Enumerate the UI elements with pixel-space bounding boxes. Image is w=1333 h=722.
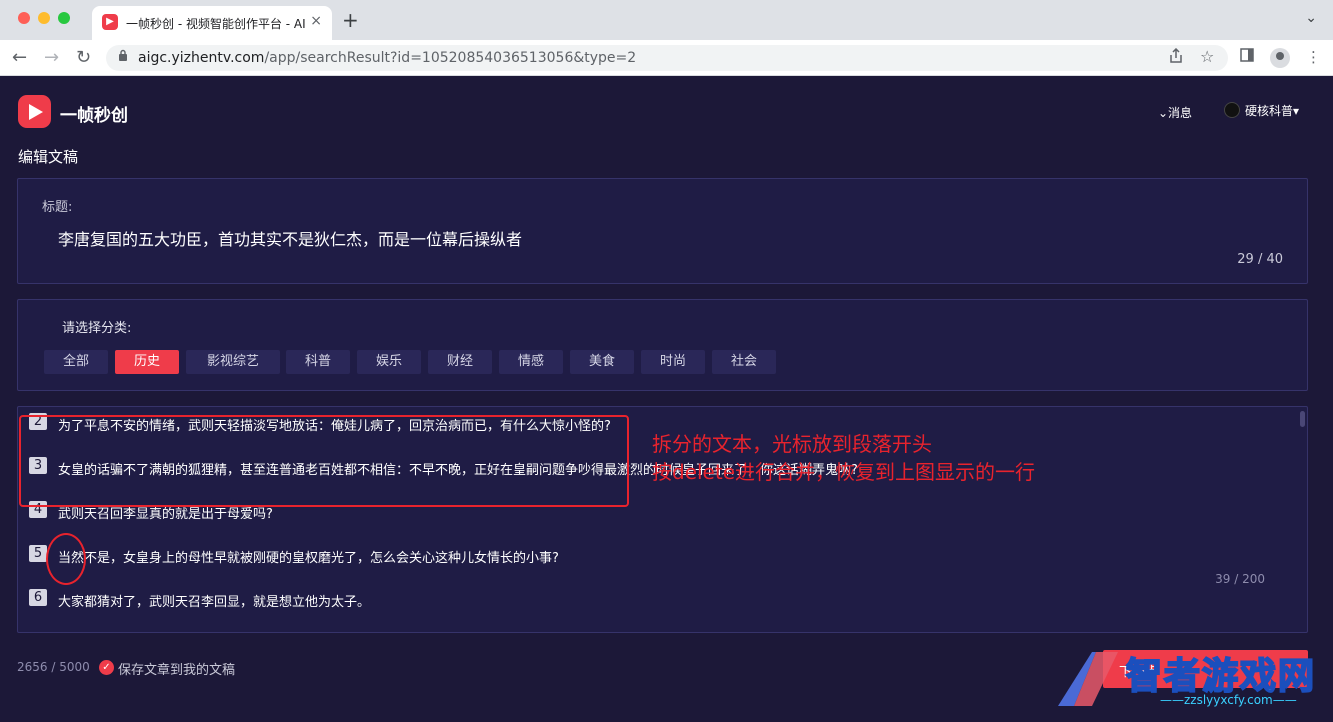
category-society[interactable]: 社会 [712, 350, 776, 374]
watermark-logo-icon [1052, 646, 1124, 718]
title-panel: 标题: 李唐复国的五大功臣，首功其实不是狄仁杰，而是一位幕后操纵者 29 / 4… [17, 178, 1308, 284]
check-icon[interactable]: ✓ [99, 660, 114, 675]
close-window-button[interactable] [18, 12, 30, 24]
sidebar-icon[interactable] [1240, 48, 1254, 66]
category-history[interactable]: 历史 [115, 350, 179, 374]
category-film-variety[interactable]: 影视综艺 [186, 350, 280, 374]
messages-menu[interactable]: ⌄消息 [1158, 104, 1192, 121]
category-food[interactable]: 美食 [570, 350, 634, 374]
annotation-caption-line2: 按delete进行合并，恢复到上图显示的一行 [652, 460, 1036, 484]
url-path: /app/searchResult?id=10520854036513056&t… [264, 50, 637, 66]
category-entertainment[interactable]: 娱乐 [357, 350, 421, 374]
back-button[interactable]: ← [12, 47, 27, 68]
category-all[interactable]: 全部 [44, 350, 108, 374]
category-fashion[interactable]: 时尚 [641, 350, 705, 374]
title-input[interactable]: 李唐复国的五大功臣，首功其实不是狄仁杰，而是一位幕后操纵者 [58, 226, 522, 250]
maximize-window-button[interactable] [58, 12, 70, 24]
logo-text[interactable]: 一帧秒创 [60, 101, 128, 126]
user-menu[interactable]: 硬核科普▾ [1245, 102, 1299, 119]
category-finance[interactable]: 财经 [428, 350, 492, 374]
watermark-text: 智者游戏网 [1125, 655, 1317, 698]
paragraph-number: 3 [29, 457, 47, 474]
watermark-url: ——zzslyyxcfy.com—— [1160, 693, 1297, 707]
paragraph-number: 4 [29, 501, 47, 518]
app-root: 一帧秒创 ⌄消息 硬核科普▾ 编辑文稿 标题: 李唐复国的五大功臣，首功其实不是… [0, 76, 1333, 714]
browser-tabbar: ▶ 一帧秒创 - 视频智能创作平台 - AI × + ⌄ [0, 0, 1333, 40]
category-label: 请选择分类: [62, 321, 132, 336]
scrollbar[interactable] [1300, 411, 1305, 427]
new-tab-button[interactable]: + [342, 8, 359, 32]
paragraph-number: 2 [29, 413, 47, 430]
title-char-count: 29 / 40 [1237, 252, 1283, 267]
paragraph-char-count: 39 / 200 [1215, 572, 1265, 586]
star-icon[interactable]: ☆ [1200, 47, 1214, 66]
paragraph-text[interactable]: 武则天召回李显真的就是出于母爱吗? [58, 503, 273, 522]
tab-title: 一帧秒创 - 视频智能创作平台 - AI [126, 17, 306, 31]
address-bar[interactable]: aigc.yizhentv.com/app/searchResult?id=10… [106, 45, 1228, 71]
save-to-drafts-label[interactable]: 保存文章到我的文稿 [118, 659, 235, 678]
paragraph-text[interactable]: 当然不是，女皇身上的母性早就被刚硬的皇权磨光了，怎么会关心这种儿女情长的小事? [58, 547, 559, 566]
tab-search-icon[interactable]: ⌄ [1305, 10, 1317, 26]
url-domain: aigc.yizhentv.com [138, 50, 265, 66]
app-favicon-icon: ▶ [102, 14, 118, 30]
url-text[interactable]: aigc.yizhentv.com/app/searchResult?id=10… [138, 50, 636, 66]
profile-icon[interactable] [1270, 48, 1290, 68]
reload-button[interactable]: ↻ [76, 47, 91, 68]
total-char-count: 2656 / 5000 [17, 660, 90, 674]
paragraph-number: 6 [29, 589, 47, 606]
logo-icon[interactable] [18, 95, 51, 128]
paragraph-text[interactable]: 大家都猜对了，武则天召李回显，就是想立他为太子。 [58, 591, 370, 610]
tab-close-icon[interactable]: × [310, 13, 322, 29]
category-emotion[interactable]: 情感 [499, 350, 563, 374]
lock-icon[interactable] [118, 49, 128, 65]
avatar[interactable] [1224, 102, 1240, 118]
forward-button[interactable]: → [44, 47, 59, 68]
browser-menu-icon[interactable]: ⋮ [1306, 48, 1321, 66]
category-science[interactable]: 科普 [286, 350, 350, 374]
browser-tab[interactable]: ▶ 一帧秒创 - 视频智能创作平台 - AI × [92, 6, 332, 40]
annotation-caption-line1: 拆分的文本，光标放到段落开头 [652, 432, 932, 456]
share-icon[interactable] [1169, 47, 1183, 68]
category-panel: 请选择分类: 全部 历史 影视综艺 科普 娱乐 财经 情感 美食 时尚 社会 [17, 299, 1308, 391]
paragraph-number: 5 [29, 545, 47, 562]
browser-toolbar: ← → ↻ aigc.yizhentv.com/app/searchResult… [0, 40, 1333, 76]
title-label: 标题: [42, 200, 73, 215]
page-title: 编辑文稿 [18, 148, 79, 166]
minimize-window-button[interactable] [38, 12, 50, 24]
paragraph-text[interactable]: 为了平息不安的情绪，武则天轻描淡写地放话：俺娃儿病了，回京治病而已，有什么大惊小… [58, 415, 611, 434]
